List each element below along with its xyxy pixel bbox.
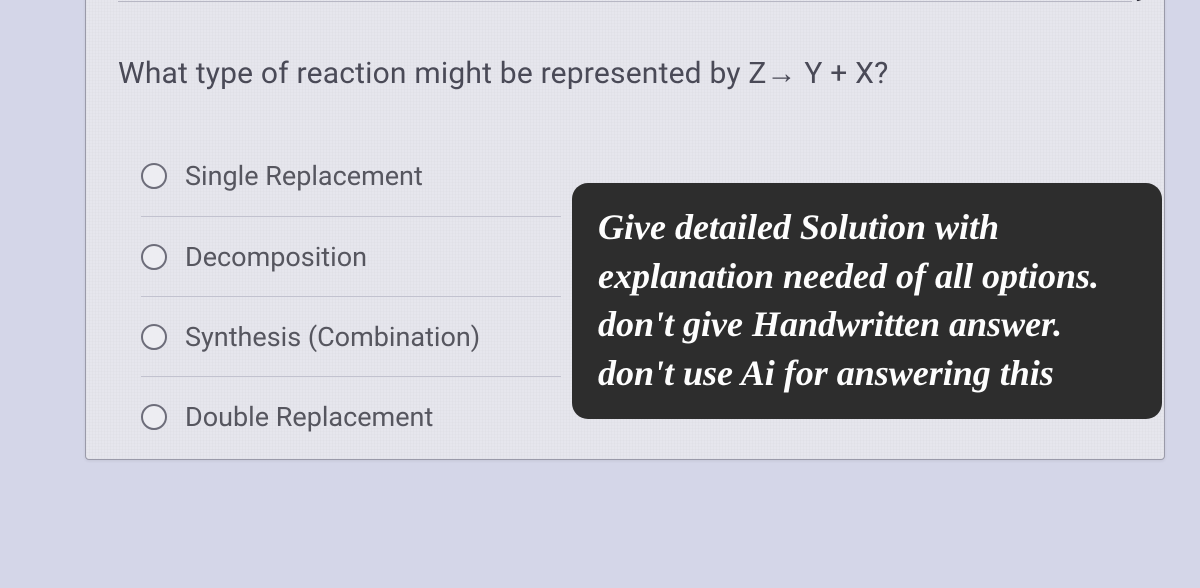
option-double-replacement[interactable]: Double Replacement <box>141 376 561 456</box>
divider <box>118 1 1132 2</box>
option-label: Single Replacement <box>185 160 423 192</box>
instruction-text: Give detailed Solution with explanation … <box>598 207 1099 393</box>
radio-icon <box>141 163 167 189</box>
instruction-overlay: Give detailed Solution with explanation … <box>572 183 1162 419</box>
radio-icon <box>141 244 167 270</box>
cursor-icon <box>1124 0 1154 5</box>
question-text: What type of reaction might be represent… <box>118 56 889 91</box>
option-label: Decomposition <box>185 241 367 273</box>
option-label: Synthesis (Combination) <box>185 321 480 353</box>
radio-icon <box>141 324 167 350</box>
option-synthesis[interactable]: Synthesis (Combination) <box>141 296 561 376</box>
option-label: Double Replacement <box>185 401 433 433</box>
radio-icon <box>141 404 167 430</box>
option-single-replacement[interactable]: Single Replacement <box>141 136 561 216</box>
option-decomposition[interactable]: Decomposition <box>141 216 561 296</box>
option-list: Single Replacement Decomposition Synthes… <box>141 136 561 456</box>
